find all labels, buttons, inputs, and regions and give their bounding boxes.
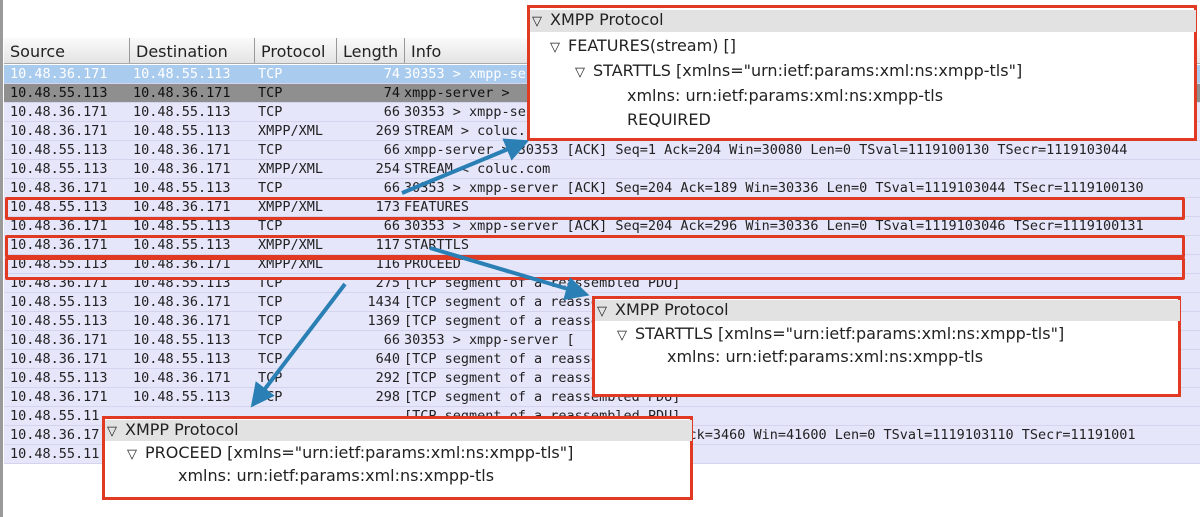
arrow-to-features-popup	[401, 138, 530, 195]
arrow-to-starttls-popup	[429, 246, 590, 301]
arrow-to-proceed-popup	[250, 282, 347, 408]
annotation-arrows	[250, 138, 590, 408]
